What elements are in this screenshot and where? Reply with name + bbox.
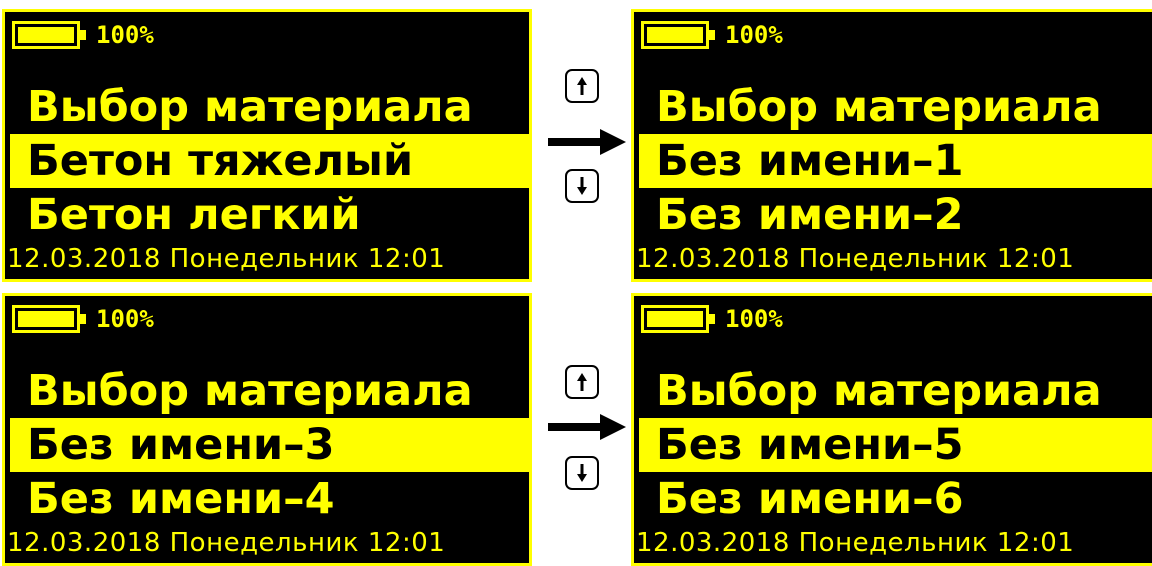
status-bar: 100% — [641, 15, 783, 55]
menu-item-selected[interactable]: Без имени–1 — [639, 134, 1152, 188]
menu-item-selected[interactable]: Без имени–3 — [10, 418, 529, 472]
menu-title: Выбор материала — [27, 366, 473, 416]
menu-item[interactable]: Без имени–6 — [634, 472, 1152, 526]
battery-icon — [12, 21, 86, 49]
menu-title: Выбор материала — [27, 82, 473, 132]
arrow-down-icon — [577, 464, 587, 482]
arrow-right-icon — [548, 414, 626, 440]
arrow-up-icon — [577, 373, 587, 391]
menu-item[interactable]: Без имени–2 — [634, 188, 1152, 242]
device-screen-1: 100% Выбор материала Бетон тяжелый Бетон… — [2, 9, 532, 282]
arrow-right-icon — [548, 129, 626, 155]
menu-title: Выбор материала — [656, 366, 1102, 416]
battery-percent: 100% — [725, 305, 783, 333]
date-time-footer: 12.03.2018 Понедельник 12:01 — [7, 528, 446, 558]
status-bar: 100% — [12, 15, 154, 55]
status-bar: 100% — [12, 299, 154, 339]
date-time-footer: 12.03.2018 Понедельник 12:01 — [7, 244, 446, 274]
arrow-up-icon — [577, 77, 587, 95]
menu-item-selected[interactable]: Бетон тяжелый — [10, 134, 529, 188]
date-time-footer: 12.03.2018 Понедельник 12:01 — [636, 528, 1075, 558]
menu-title: Выбор материала — [656, 82, 1102, 132]
battery-percent: 100% — [725, 21, 783, 49]
battery-icon — [12, 305, 86, 333]
device-screen-3: 100% Выбор материала Без имени–3 Без име… — [2, 293, 532, 566]
battery-icon — [641, 305, 715, 333]
battery-percent: 100% — [96, 21, 154, 49]
menu-item[interactable]: Бетон легкий — [5, 188, 529, 242]
down-key-button[interactable] — [565, 456, 599, 490]
up-key-button[interactable] — [565, 365, 599, 399]
date-time-footer: 12.03.2018 Понедельник 12:01 — [636, 244, 1075, 274]
device-screen-4: 100% Выбор материала Без имени–5 Без име… — [631, 293, 1152, 566]
battery-icon — [641, 21, 715, 49]
battery-percent: 100% — [96, 305, 154, 333]
status-bar: 100% — [641, 299, 783, 339]
up-key-button[interactable] — [565, 69, 599, 103]
device-screen-2: 100% Выбор материала Без имени–1 Без име… — [631, 9, 1152, 282]
down-key-button[interactable] — [565, 169, 599, 203]
menu-item[interactable]: Без имени–4 — [5, 472, 529, 526]
menu-item-selected[interactable]: Без имени–5 — [639, 418, 1152, 472]
arrow-down-icon — [577, 177, 587, 195]
